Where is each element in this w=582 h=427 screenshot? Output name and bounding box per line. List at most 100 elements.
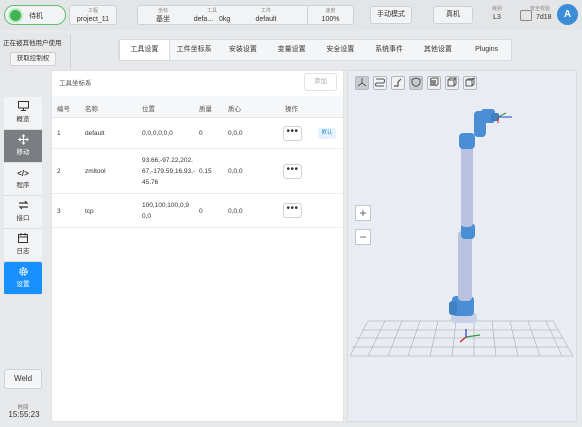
safety-value: 7d18 bbox=[536, 14, 552, 21]
tool-payload: 0kg bbox=[219, 16, 231, 23]
sidebar-item-settings[interactable]: 设置 bbox=[4, 262, 42, 295]
row-name: default bbox=[85, 130, 105, 137]
notice-text: 正在被其他用户使用 bbox=[3, 40, 62, 47]
robot-status: 待机 bbox=[4, 5, 66, 25]
sidebar-item-move[interactable]: 移动 bbox=[4, 130, 42, 163]
robot-3d-viewport[interactable]: + − bbox=[347, 70, 577, 422]
settings-tabs: 工具设置 工件坐标系 安装设置 变量设置 安全设置 系统事件 其他设置 Plug… bbox=[118, 39, 512, 61]
sidebar-item-program[interactable]: </> 程序 bbox=[4, 163, 42, 196]
current-time: 15:55:23 bbox=[8, 410, 40, 419]
safety-checksum[interactable]: 安全校验 7d18 bbox=[516, 5, 554, 25]
move-icon bbox=[4, 134, 42, 148]
user-avatar[interactable]: A bbox=[557, 4, 578, 25]
tool-axes-icon bbox=[497, 112, 512, 123]
calendar-icon bbox=[4, 233, 42, 247]
speed-label: 速度 bbox=[325, 8, 336, 14]
coord-value: 基坐 bbox=[156, 16, 170, 23]
default-badge: 默认 bbox=[318, 128, 336, 139]
tool-cell: 工具 defa... 0kg bbox=[190, 6, 234, 24]
workpiece-value: default bbox=[255, 16, 277, 23]
row-id: 2 bbox=[57, 168, 61, 175]
safety-label: 安全校验 bbox=[530, 6, 551, 12]
tool-value: defa... bbox=[193, 16, 214, 23]
tool-label: 工具 bbox=[206, 8, 217, 14]
table-row[interactable]: 3 tcp 100,100,100,0,90,0 0 0,0,0 ••• bbox=[52, 194, 343, 228]
tab-variable-settings[interactable]: 变量设置 bbox=[267, 40, 316, 60]
manual-mode-button[interactable]: 手动模式 bbox=[370, 6, 412, 24]
status-indicator-icon bbox=[10, 10, 21, 21]
sidebar: 概览 移动 </> 程序 接口 日志 设置 bbox=[4, 97, 42, 295]
row-position: 93.66,-97.22,202.67,-179.59,16.93,-45.76 bbox=[142, 157, 196, 186]
tab-workpiece-frame[interactable]: 工件坐标系 bbox=[170, 40, 219, 60]
project-label: 工程 bbox=[87, 8, 98, 14]
project-box[interactable]: 工程 project_11 bbox=[69, 5, 117, 25]
top-bar: 待机 工程 project_11 坐标 基坐 工具 defa... 0kg 工件… bbox=[0, 0, 582, 30]
base-axes-icon bbox=[459, 329, 481, 343]
take-control-button[interactable]: 获取控制权 bbox=[10, 52, 56, 66]
floor-grid bbox=[349, 320, 574, 357]
row-mass: 0 bbox=[199, 130, 203, 137]
robot-arm bbox=[449, 109, 499, 323]
table-row[interactable]: 2 zmltool 93.66,-97.22,202.67,-179.59,16… bbox=[52, 149, 343, 194]
row-id: 3 bbox=[57, 208, 61, 215]
row-centroid: 0,0,0 bbox=[228, 168, 243, 175]
status-text: 待机 bbox=[29, 13, 43, 20]
sidebar-item-interface[interactable]: 接口 bbox=[4, 196, 42, 229]
row-position: 100,100,100,0,90,0 bbox=[142, 202, 189, 220]
row-id: 1 bbox=[57, 130, 61, 137]
row-more-button[interactable]: ••• bbox=[283, 126, 302, 141]
coord-label: 坐标 bbox=[157, 8, 168, 14]
table-header: 编号 名称 位置 质量 质心 操作 bbox=[52, 96, 343, 118]
table-row[interactable]: 1 default 0,0,0,0,0,0 0 0,0,0 ••• 默认 bbox=[52, 118, 343, 149]
sidebar-item-log[interactable]: 日志 bbox=[4, 229, 42, 262]
col-name: 名称 bbox=[85, 106, 98, 113]
sidebar-item-overview[interactable]: 概览 bbox=[4, 97, 42, 130]
workpiece-cell: 工件 default bbox=[246, 6, 286, 24]
speed-box[interactable]: 速度 100% bbox=[307, 5, 354, 25]
row-name: tcp bbox=[85, 208, 94, 215]
speed-value: 100% bbox=[321, 16, 340, 23]
robot-scene bbox=[349, 109, 574, 357]
gear-icon bbox=[4, 266, 42, 280]
col-centroid: 质心 bbox=[228, 106, 241, 113]
sidebar-item-label: 日志 bbox=[16, 248, 30, 255]
col-actions: 操作 bbox=[285, 106, 298, 113]
row-more-button[interactable]: ••• bbox=[283, 164, 302, 179]
level-label: 级别 bbox=[491, 6, 502, 12]
sidebar-item-label: 设置 bbox=[16, 281, 30, 288]
code-icon: </> bbox=[17, 169, 29, 178]
row-centroid: 0,0,0 bbox=[228, 208, 243, 215]
row-centroid: 0,0,0 bbox=[228, 130, 243, 137]
row-more-button[interactable]: ••• bbox=[283, 203, 302, 218]
user-level: 级别 L3 bbox=[487, 5, 507, 23]
project-name: project_11 bbox=[76, 16, 110, 23]
tool-value-line: defa... 0kg bbox=[190, 15, 234, 24]
row-mass: 0 bbox=[199, 208, 203, 215]
weld-button[interactable]: Weld bbox=[4, 369, 42, 389]
sidebar-item-label: 接口 bbox=[16, 215, 30, 222]
swap-icon bbox=[4, 200, 42, 214]
row-mass: 0.15 bbox=[199, 168, 212, 175]
col-id: 编号 bbox=[57, 106, 70, 113]
panel-title: 工具坐标系 bbox=[59, 80, 92, 87]
real-machine-button[interactable]: 真机 bbox=[433, 6, 473, 24]
level-value: L3 bbox=[493, 14, 501, 21]
col-position: 位置 bbox=[142, 106, 155, 113]
add-tool-button[interactable]: 添加 bbox=[304, 73, 337, 91]
tab-plugins[interactable]: Plugins bbox=[462, 40, 511, 60]
tab-tool-settings[interactable]: 工具设置 bbox=[119, 40, 170, 60]
row-position: 0,0,0,0,0,0 bbox=[142, 130, 173, 137]
col-mass: 质量 bbox=[199, 106, 212, 113]
tab-install-settings[interactable]: 安装设置 bbox=[219, 40, 268, 60]
workpiece-label: 工件 bbox=[260, 8, 271, 14]
tab-safety-settings[interactable]: 安全设置 bbox=[316, 40, 365, 60]
row-name: zmltool bbox=[85, 168, 106, 175]
tool-frame-panel: 工具坐标系 添加 编号 名称 位置 质量 质心 操作 1 default 0,0… bbox=[51, 70, 344, 422]
sidebar-item-label: 概览 bbox=[16, 116, 30, 123]
sidebar-item-label: 移动 bbox=[16, 149, 30, 156]
tab-other-settings[interactable]: 其他设置 bbox=[414, 40, 463, 60]
control-notice: 正在被其他用户使用 获取控制权 bbox=[0, 34, 71, 71]
tab-system-events[interactable]: 系统事件 bbox=[365, 40, 414, 60]
sidebar-item-label: 程序 bbox=[16, 182, 30, 189]
coord-cell: 坐标 基坐 bbox=[146, 6, 180, 24]
